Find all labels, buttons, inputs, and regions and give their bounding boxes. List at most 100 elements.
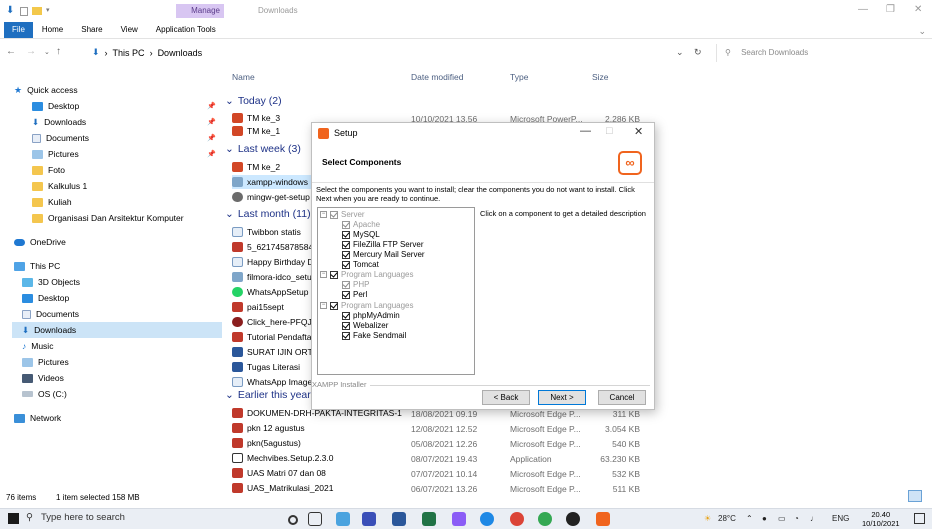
tree-node-server[interactable]: − Server (320, 210, 365, 219)
windows-start-icon[interactable] (8, 513, 19, 524)
language-indicator[interactable]: ENG (832, 514, 849, 523)
breadcrumb[interactable]: ⬇ › This PC › Downloads (92, 47, 202, 58)
search-input[interactable]: ⚲ Search Downloads (716, 44, 932, 62)
group-last-week[interactable]: ⌄ Last week (3) (225, 143, 301, 155)
ribbon-expand-icon[interactable]: ⌄ (918, 26, 926, 37)
nav-this-pc[interactable]: This PC (12, 258, 220, 274)
chrome-taskbar-icon[interactable] (510, 512, 524, 526)
tab-home[interactable]: Home (33, 22, 72, 38)
group-earlier[interactable]: ⌄ Earlier this year (225, 389, 311, 401)
column-type[interactable]: Type (510, 72, 528, 82)
tree-node-phpmyadmin[interactable]: phpMyAdmin (342, 311, 400, 320)
taskbar-clock[interactable]: 20.40 10/10/2021 (862, 510, 900, 528)
file-row[interactable]: UAS Matri 07 dan 08 07/07/2021 10.14 Mic… (232, 466, 652, 480)
nav-foto[interactable]: Foto (30, 162, 220, 178)
nav-organisasi[interactable]: Organisasi Dan Arsitektur Komputer (30, 210, 220, 226)
tab-file[interactable]: File (4, 22, 33, 38)
tree-node-apache[interactable]: Apache (342, 220, 380, 229)
file-row-selected[interactable]: xampp-windows (232, 175, 312, 189)
weather-temp[interactable]: 28°C (718, 514, 736, 523)
tree-node-mercury[interactable]: Mercury Mail Server (342, 250, 425, 259)
group-today[interactable]: ⌄ Today (2) (225, 95, 282, 107)
notification-icon[interactable] (914, 513, 925, 524)
dialog-minimize-button[interactable]: — (580, 125, 591, 137)
tab-view[interactable]: View (112, 22, 147, 38)
download-arrow-icon[interactable]: ⬇ (6, 6, 16, 16)
address-dropdown-icon[interactable]: ⌄ (676, 47, 684, 58)
checkbox-icon[interactable] (330, 210, 338, 219)
nav-desktop-pc[interactable]: Desktop (20, 290, 220, 306)
column-size[interactable]: Size (592, 72, 609, 82)
task-view-icon[interactable] (308, 512, 322, 526)
nav-quick-access[interactable]: ★ Quick access (12, 82, 220, 98)
tree-node-program-languages-2[interactable]: − Program Languages (320, 301, 414, 310)
checkbox-icon[interactable] (342, 290, 350, 299)
folder-icon[interactable] (32, 7, 42, 15)
checkbox-icon[interactable] (342, 230, 350, 239)
volume-icon[interactable]: ♩ (810, 514, 818, 523)
wifi-icon[interactable]: ◔ (794, 514, 799, 523)
recent-dropdown-icon[interactable]: ⌄ (44, 48, 50, 56)
nav-documents[interactable]: Documents 📌 (30, 130, 220, 146)
collapse-icon[interactable]: − (320, 211, 327, 218)
collapse-icon[interactable]: − (320, 302, 327, 309)
explorer-taskbar-icon[interactable] (336, 512, 350, 526)
properties-icon[interactable] (20, 6, 28, 16)
file-row[interactable]: pkn 12 agustus 12/08/2021 12.52 Microsof… (232, 421, 652, 435)
nav-pictures[interactable]: Pictures 📌 (30, 146, 220, 162)
minimize-button[interactable]: — (858, 4, 868, 15)
back-arrow-icon[interactable]: ← (6, 46, 16, 57)
up-arrow-icon[interactable]: ↑ (56, 46, 61, 57)
group-last-month[interactable]: ⌄ Last month (11) (225, 208, 311, 220)
tree-node-php[interactable]: PHP (342, 280, 369, 289)
checkbox-icon[interactable] (342, 321, 350, 330)
column-name[interactable]: Name (232, 72, 255, 82)
taskbar-search[interactable]: ⚲ Type here to search (26, 512, 125, 523)
cancel-button[interactable]: Cancel (598, 390, 646, 405)
checkbox-icon[interactable] (342, 311, 350, 320)
back-button[interactable]: < Back (482, 390, 530, 405)
file-row[interactable]: Mechvibes.Setup.2.3.0 08/07/2021 19.43 A… (232, 451, 652, 465)
nav-pictures-pc[interactable]: Pictures (20, 354, 220, 370)
close-button[interactable]: ✕ (914, 4, 922, 15)
tree-node-fake-sendmail[interactable]: Fake Sendmail (342, 331, 406, 340)
manage-tab[interactable]: Manage (176, 4, 224, 18)
edge-taskbar-icon[interactable] (480, 512, 494, 526)
tree-node-webalizer[interactable]: Webalizer (342, 321, 388, 330)
restore-button[interactable]: ❐ (886, 4, 895, 15)
app-taskbar-icon[interactable] (362, 512, 376, 526)
mic-icon[interactable]: ● (762, 514, 767, 523)
qa-dropdown-icon[interactable]: ▾ (46, 6, 56, 16)
dialog-close-button[interactable]: ✕ (634, 125, 643, 138)
forward-arrow-icon[interactable]: → (26, 46, 36, 57)
nav-os-c[interactable]: OS (C:) (20, 386, 220, 402)
checkbox-icon[interactable] (342, 280, 350, 289)
tree-node-tomcat[interactable]: Tomcat (342, 260, 379, 269)
breadcrumb-this-pc[interactable]: This PC (113, 48, 145, 58)
checkbox-icon[interactable] (342, 220, 350, 229)
tree-node-filezilla[interactable]: FileZilla FTP Server (342, 240, 424, 249)
nav-network[interactable]: Network (12, 410, 220, 426)
checkbox-icon[interactable] (330, 270, 338, 279)
tab-application-tools[interactable]: Application Tools (147, 22, 225, 38)
app2-taskbar-icon[interactable] (566, 512, 580, 526)
column-date-modified[interactable]: Date modified (411, 72, 463, 82)
excel-taskbar-icon[interactable] (422, 512, 436, 526)
tree-node-perl[interactable]: Perl (342, 290, 367, 299)
vscode-taskbar-icon[interactable] (452, 512, 466, 526)
next-button[interactable]: Next > (538, 390, 586, 405)
nav-3d-objects[interactable]: 3D Objects (20, 274, 220, 290)
battery-icon[interactable]: ▭ (778, 514, 786, 523)
checkbox-icon[interactable] (342, 250, 350, 259)
checkbox-icon[interactable] (330, 301, 338, 310)
nav-downloads[interactable]: ⬇ Downloads 📌 (30, 114, 220, 130)
nav-documents-pc[interactable]: Documents (20, 306, 220, 322)
breadcrumb-downloads[interactable]: Downloads (158, 48, 203, 58)
nav-videos[interactable]: Videos (20, 370, 220, 386)
word-taskbar-icon[interactable] (392, 512, 406, 526)
nav-kalkulus[interactable]: Kalkulus 1 (30, 178, 220, 194)
collapse-icon[interactable]: − (320, 271, 327, 278)
nav-music[interactable]: ♪ Music (20, 338, 220, 354)
nav-desktop[interactable]: Desktop 📌 (30, 98, 220, 114)
nav-onedrive[interactable]: OneDrive (12, 234, 220, 250)
